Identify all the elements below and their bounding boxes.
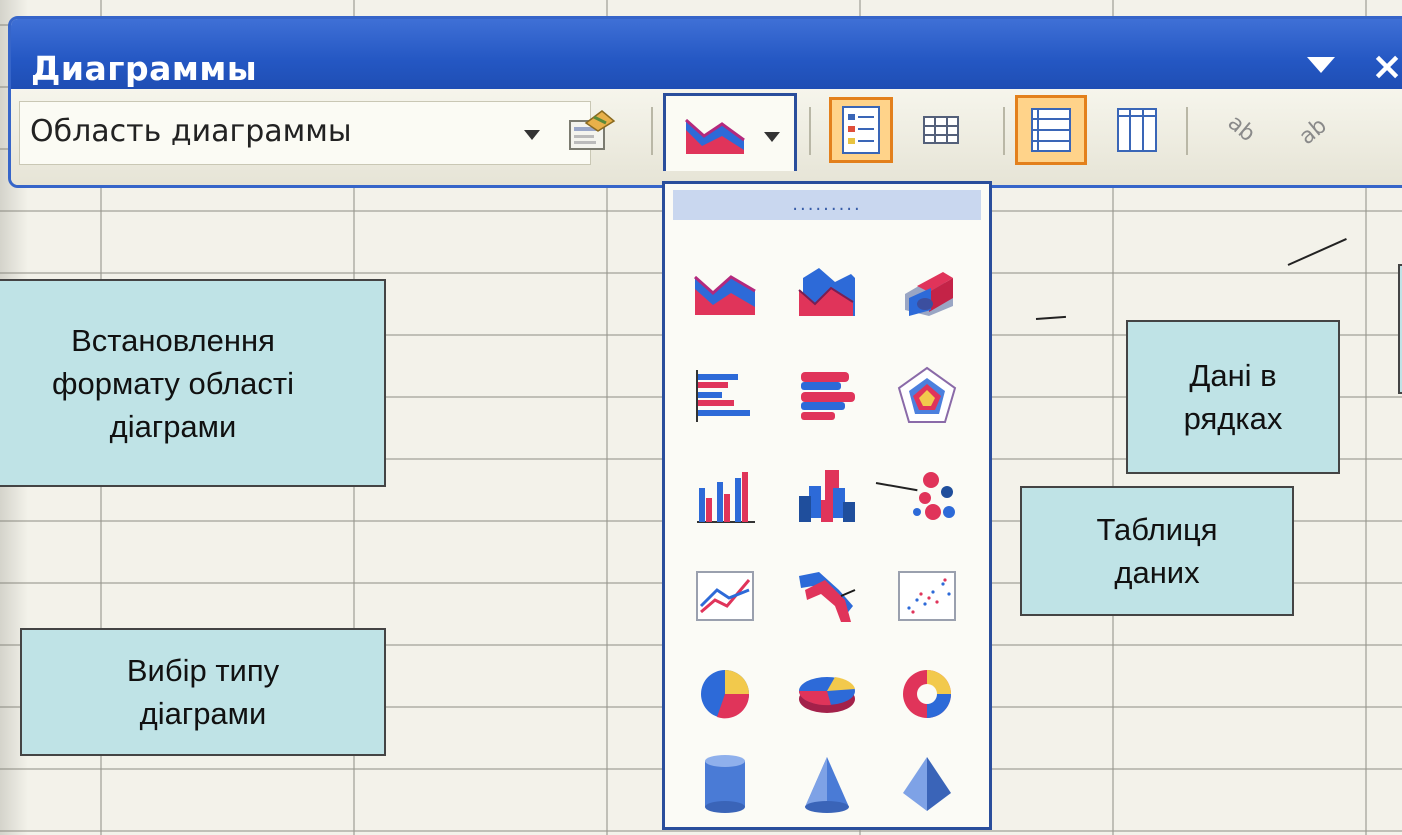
- callout-partial: [1398, 264, 1402, 394]
- chart-object-select[interactable]: Область диаграммы: [19, 101, 591, 165]
- callout-text-line: діаграми: [139, 696, 267, 731]
- data-table-button[interactable]: [909, 97, 973, 163]
- doughnut-chart-icon: [903, 670, 951, 718]
- close-icon[interactable]: ×: [1371, 47, 1402, 85]
- doughnut-chart-option[interactable]: [887, 654, 967, 734]
- area-chart-icon: [685, 118, 745, 154]
- chevron-down-icon[interactable]: [764, 132, 780, 142]
- chart-object-select-value: Область диаграммы: [30, 114, 352, 149]
- column-3d-chart-icon: [799, 470, 855, 522]
- callout-data-table: Таблиця даних: [1020, 486, 1294, 616]
- line-chart-icon: [696, 571, 754, 621]
- area-3d-perspective-chart-option[interactable]: [887, 252, 967, 332]
- callout-text-line: формату області: [51, 365, 295, 401]
- callout-text-line: діаграми: [109, 408, 237, 444]
- angle-text-downward-button[interactable]: ab: [1213, 97, 1277, 163]
- by-row-button[interactable]: [1015, 95, 1087, 165]
- line-chart-option[interactable]: [685, 556, 765, 636]
- palette-drag-handle[interactable]: .........: [673, 190, 981, 220]
- cylinder-chart-option[interactable]: [685, 744, 765, 824]
- toolbar-separator: [1186, 107, 1188, 155]
- angle-text-upward-button[interactable]: ab: [1283, 97, 1347, 163]
- svg-text:ab: ab: [1295, 113, 1332, 150]
- by-column-button[interactable]: [1105, 97, 1169, 163]
- by-row-icon: [1031, 108, 1071, 152]
- by-column-icon: [1117, 108, 1157, 152]
- bubble-chart-option[interactable]: [887, 456, 967, 536]
- bar-chart-option[interactable]: [685, 356, 765, 436]
- area-3d-perspective-chart-icon: [905, 272, 953, 316]
- charts-toolbar: Диаграммы × Область диаграммы ab ab: [8, 16, 1402, 188]
- bar-3d-chart-option[interactable]: [787, 356, 867, 436]
- pie-chart-icon: [701, 670, 750, 719]
- cylinder-chart-icon: [705, 755, 745, 813]
- angle-text-up-icon: ab: [1295, 113, 1332, 150]
- callout-text-line: даних: [1114, 555, 1200, 590]
- toolbar-separator: [1003, 107, 1005, 155]
- xy-scatter-chart-option[interactable]: [887, 556, 967, 636]
- cone-chart-option[interactable]: [787, 744, 867, 824]
- cone-chart-icon: [805, 757, 849, 813]
- callout-text-line: Дані в: [1189, 358, 1277, 393]
- area-3d-chart-option[interactable]: [787, 252, 867, 332]
- bubble-chart-icon: [913, 472, 955, 520]
- toolbar-options-icon[interactable]: [1307, 57, 1335, 73]
- chart-type-button[interactable]: [663, 93, 797, 171]
- toolbar-row: Область диаграммы ab ab: [11, 89, 1402, 185]
- toolbar-title-bar[interactable]: Диаграммы ×: [11, 19, 1402, 89]
- svg-text:ab: ab: [1223, 110, 1260, 147]
- bar-chart-icon: [696, 370, 750, 422]
- data-table-icon: [923, 116, 959, 144]
- pie-3d-chart-icon: [798, 677, 855, 713]
- toolbar-title: Диаграммы: [31, 49, 258, 88]
- column-chart-icon: [697, 472, 755, 523]
- line-3d-chart-option[interactable]: [787, 556, 867, 636]
- pyramid-chart-icon: [903, 757, 951, 811]
- bar-3d-chart-icon: [801, 372, 855, 420]
- column-3d-chart-option[interactable]: [787, 456, 867, 536]
- pyramid-chart-option[interactable]: [887, 744, 967, 824]
- legend-button[interactable]: [829, 97, 893, 163]
- callout-format-area: Встановлення формату області діаграми: [0, 279, 386, 487]
- format-chart-area-button[interactable]: [559, 97, 623, 163]
- chart-type-palette: .........: [662, 181, 992, 830]
- angle-text-down-icon: ab: [1223, 110, 1260, 147]
- callout-by-rows: Дані в рядках: [1126, 320, 1340, 474]
- xy-scatter-chart-icon: [898, 571, 956, 621]
- radar-chart-icon: [897, 366, 957, 423]
- format-chart-area-icon: [569, 110, 616, 150]
- area-chart-option[interactable]: [685, 252, 765, 332]
- callout-text-line: Таблиця: [1096, 512, 1218, 547]
- radar-chart-option[interactable]: [887, 356, 967, 436]
- callout-text-line: Встановлення: [71, 322, 275, 358]
- callout-chart-type: Вибір типу діаграми: [20, 628, 386, 756]
- line-3d-chart-icon: [799, 572, 856, 622]
- pie-chart-option[interactable]: [685, 654, 765, 734]
- callout-text-line: рядках: [1183, 401, 1283, 436]
- legend-icon: [842, 106, 880, 154]
- toolbar-separator: [809, 107, 811, 155]
- chevron-down-icon[interactable]: [524, 130, 540, 140]
- area-3d-chart-icon: [798, 268, 855, 316]
- callout-text-line: Вибір типу: [126, 653, 280, 688]
- pie-3d-chart-option[interactable]: [787, 654, 867, 734]
- area-chart-icon: [694, 275, 756, 315]
- column-chart-option[interactable]: [685, 456, 765, 536]
- toolbar-separator: [651, 107, 653, 155]
